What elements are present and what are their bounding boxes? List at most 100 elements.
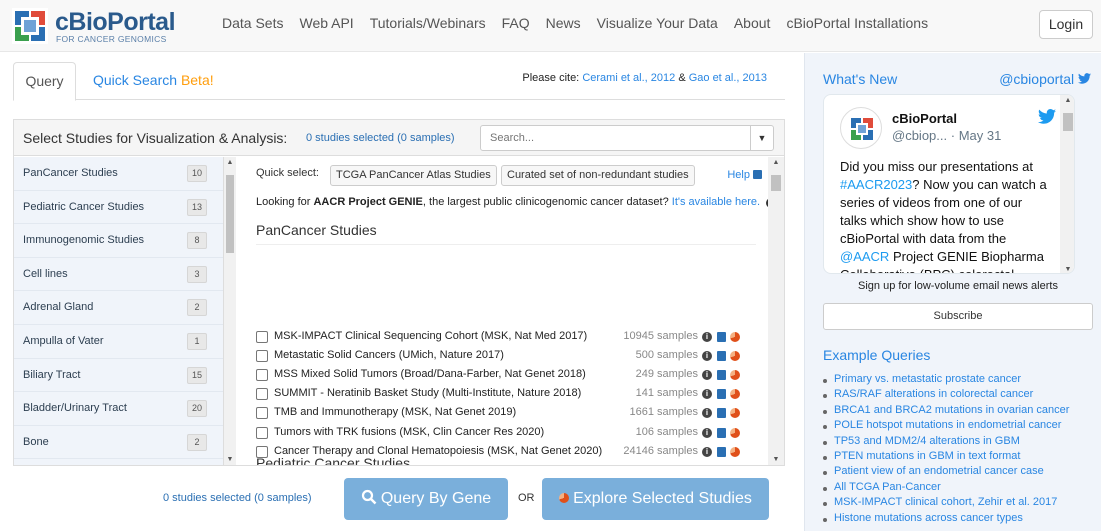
twitter-bird-icon[interactable]: [1038, 109, 1056, 124]
pie-chart-icon[interactable]: [730, 408, 740, 419]
info-icon[interactable]: i: [702, 446, 712, 457]
study-checkbox[interactable]: [256, 331, 268, 343]
cancer-type-item[interactable]: Ampulla of Vater 1: [14, 325, 223, 359]
example-query-link[interactable]: BRCA1 and BRCA2 mutations in ovarian can…: [823, 404, 1093, 419]
study-row[interactable]: MSK-IMPACT Clinical Sequencing Cohort (M…: [256, 328, 748, 347]
tweet-date[interactable]: May 31: [959, 128, 1002, 143]
example-query-link[interactable]: RAS/RAF alterations in colorectal cancer: [823, 388, 1093, 403]
tweet-scrollbar[interactable]: ▲ ▼: [1060, 95, 1074, 273]
info-icon[interactable]: i: [702, 389, 712, 400]
citation-link-gao[interactable]: Gao et al., 2013: [689, 72, 767, 84]
pie-chart-icon[interactable]: [730, 370, 740, 381]
book-icon[interactable]: [717, 389, 726, 400]
study-checkbox[interactable]: [256, 350, 268, 363]
nav-web-api[interactable]: Web API: [299, 15, 353, 31]
nav-visualize[interactable]: Visualize Your Data: [597, 15, 718, 31]
study-search-box[interactable]: ▼: [480, 125, 774, 151]
selected-studies-count[interactable]: 0 studies selected (0 samples): [306, 132, 455, 144]
study-checkbox[interactable]: [256, 388, 268, 401]
pie-chart-icon[interactable]: [730, 446, 740, 457]
tweet-mention[interactable]: @AACR: [840, 249, 889, 264]
study-row[interactable]: TMB and Immunotherapy (MSK, Nat Genet 20…: [256, 404, 748, 423]
cancer-type-item[interactable]: Adrenal Gland 2: [14, 291, 223, 325]
info-icon[interactable]: i: [702, 427, 712, 438]
study-checkbox[interactable]: [256, 407, 268, 420]
study-checkbox[interactable]: [256, 426, 268, 439]
query-by-gene-button[interactable]: Query By Gene: [344, 478, 508, 520]
nav-installations[interactable]: cBioPortal Installations: [786, 15, 928, 31]
info-icon[interactable]: i: [702, 408, 712, 419]
example-query-link[interactable]: TP53 and MDM2/4 alterations in GBM: [823, 435, 1093, 450]
example-query-link[interactable]: PTEN mutations in GBM in text format: [823, 450, 1093, 465]
nav-faq[interactable]: FAQ: [502, 15, 530, 31]
book-icon[interactable]: [717, 351, 726, 362]
scroll-up-arrow-icon[interactable]: ▲: [224, 159, 236, 166]
pie-chart-icon[interactable]: [730, 332, 740, 342]
study-name[interactable]: MSS Mixed Solid Tumors (Broad/Dana-Farbe…: [274, 368, 586, 380]
citation-link-cerami[interactable]: Cerami et al., 2012: [582, 72, 675, 84]
pie-chart-icon[interactable]: [730, 351, 740, 362]
scrollbar-thumb[interactable]: [1063, 113, 1073, 131]
book-icon[interactable]: [717, 446, 726, 457]
study-name[interactable]: TMB and Immunotherapy (MSK, Nat Genet 20…: [274, 406, 516, 418]
nav-about[interactable]: About: [734, 15, 771, 31]
tweet-handle[interactable]: @cbiop...: [892, 128, 947, 143]
tweet-author-name[interactable]: cBioPortal: [892, 111, 957, 126]
cancer-type-item[interactable]: Pediatric Cancer Studies 13: [14, 191, 223, 225]
genie-link[interactable]: It's available here.: [672, 196, 760, 208]
tweet-card[interactable]: cBioPortal @cbiop... · May 31 Did you mi…: [823, 94, 1075, 274]
study-search-input[interactable]: [481, 126, 751, 150]
cancer-type-item[interactable]: PanCancer Studies 10: [14, 157, 223, 191]
cancer-type-item[interactable]: Immunogenomic Studies 8: [14, 224, 223, 258]
scroll-down-arrow-icon[interactable]: ▼: [1060, 266, 1074, 273]
nav-tutorials[interactable]: Tutorials/Webinars: [370, 15, 486, 31]
subscribe-button[interactable]: Subscribe: [823, 303, 1093, 330]
example-query-link[interactable]: MSK-IMPACT clinical cohort, Zehir et al.…: [823, 496, 1093, 511]
study-name[interactable]: Tumors with TRK fusions (MSK, Clin Cance…: [274, 426, 544, 438]
caret-down-icon[interactable]: ▼: [750, 126, 773, 150]
help-link[interactable]: Help: [727, 169, 762, 181]
quick-select-curated-button[interactable]: Curated set of non-redundant studies: [501, 165, 695, 186]
info-icon[interactable]: i: [702, 351, 712, 362]
scroll-down-arrow-icon[interactable]: ▼: [224, 456, 236, 463]
scrollbar-thumb[interactable]: [226, 175, 234, 253]
info-icon[interactable]: i: [702, 370, 712, 381]
scroll-down-arrow-icon[interactable]: ▼: [768, 456, 784, 463]
tab-query[interactable]: Query: [13, 62, 76, 101]
scrollbar-thumb[interactable]: [771, 175, 781, 191]
cancer-type-item[interactable]: Biliary Tract 15: [14, 359, 223, 393]
scroll-up-arrow-icon[interactable]: ▲: [1060, 97, 1074, 104]
bottom-selected-count[interactable]: 0 studies selected (0 samples): [163, 492, 312, 504]
study-name[interactable]: MSK-IMPACT Clinical Sequencing Cohort (M…: [274, 330, 587, 342]
cancer-type-item[interactable]: Bone 2: [14, 426, 223, 460]
cbioportal-logo[interactable]: cBioPortal FOR CANCER GENOMICS: [12, 8, 177, 46]
tweet-avatar[interactable]: [840, 107, 882, 149]
example-query-link[interactable]: All TCGA Pan-Cancer: [823, 481, 1093, 496]
tab-quick-search[interactable]: Quick Search Beta!: [93, 72, 214, 88]
book-icon[interactable]: [717, 332, 726, 342]
book-icon[interactable]: [717, 408, 726, 419]
login-button[interactable]: Login: [1039, 10, 1093, 39]
book-icon[interactable]: [717, 427, 726, 438]
study-row[interactable]: MSS Mixed Solid Tumors (Broad/Dana-Farbe…: [256, 366, 748, 385]
study-row[interactable]: Metastatic Solid Cancers (UMich, Nature …: [256, 347, 748, 366]
tweet-hashtag[interactable]: #AACR2023: [840, 177, 912, 192]
nav-news[interactable]: News: [546, 15, 581, 31]
pie-chart-icon[interactable]: [730, 389, 740, 400]
study-row[interactable]: SUMMIT - Neratinib Basket Study (Multi-I…: [256, 385, 748, 404]
nav-data-sets[interactable]: Data Sets: [222, 15, 283, 31]
info-icon[interactable]: i: [702, 332, 712, 342]
study-row[interactable]: Tumors with TRK fusions (MSK, Clin Cance…: [256, 424, 748, 443]
example-query-link[interactable]: Patient view of an endometrial cancer ca…: [823, 465, 1093, 480]
twitter-handle-link[interactable]: @cbioportal: [999, 71, 1091, 87]
scroll-up-arrow-icon[interactable]: ▲: [768, 159, 784, 166]
book-icon[interactable]: [717, 370, 726, 381]
pie-chart-icon[interactable]: [730, 427, 740, 438]
example-query-link[interactable]: POLE hotspot mutations in endometrial ca…: [823, 419, 1093, 434]
study-name[interactable]: Metastatic Solid Cancers (UMich, Nature …: [274, 349, 504, 361]
cancer-type-item[interactable]: Bladder/Urinary Tract 20: [14, 392, 223, 426]
cancer-type-item[interactable]: Cell lines 3: [14, 258, 223, 292]
cancer-type-scrollbar[interactable]: ▲ ▼: [224, 157, 236, 465]
quick-select-tcga-pancancer-button[interactable]: TCGA PanCancer Atlas Studies: [330, 165, 497, 186]
example-query-link[interactable]: Primary vs. metastatic prostate cancer: [823, 373, 1093, 388]
